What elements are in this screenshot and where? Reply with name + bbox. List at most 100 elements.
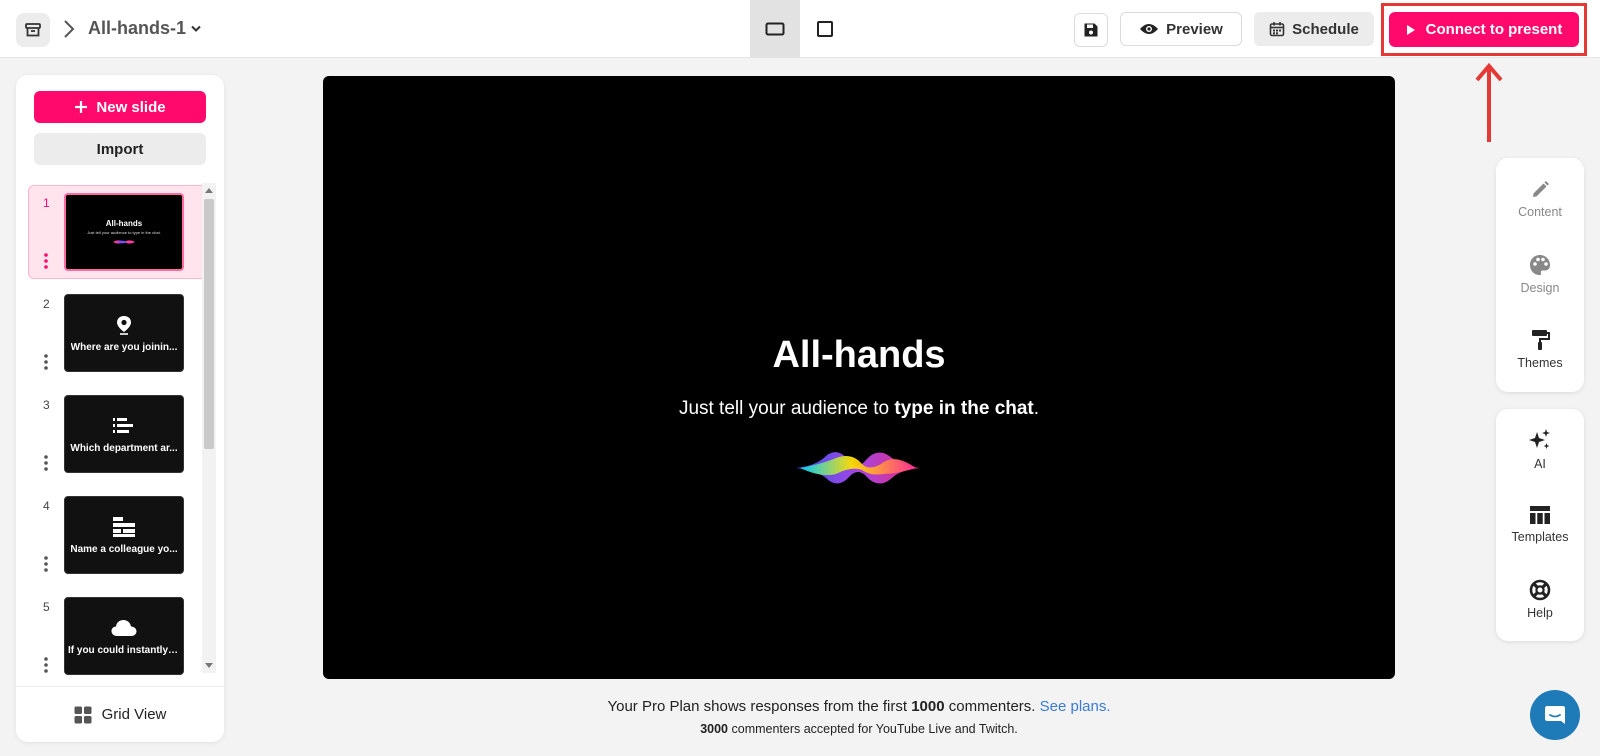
accepted-count: 3000 bbox=[700, 722, 729, 736]
commenter-notice: 3000 commenters accepted for YouTube Liv… bbox=[323, 722, 1395, 736]
thumbnail-title: All-hands bbox=[105, 218, 143, 228]
scroll-down-icon[interactable] bbox=[205, 663, 213, 669]
plan-notice: Your Pro Plan shows responses from the f… bbox=[323, 698, 1395, 715]
slides-panel: New slide Import 1 All-hands Just tell y… bbox=[16, 75, 224, 742]
new-slide-label: New slide bbox=[96, 98, 166, 116]
slide-thumbnail[interactable]: Which department ar... bbox=[64, 395, 184, 473]
slide-thumbnail[interactable]: Where are you joinin... bbox=[64, 294, 184, 372]
notice-suffix: commenters. bbox=[944, 698, 1040, 715]
connect-to-present-button[interactable]: Connect to present bbox=[1389, 12, 1579, 47]
subtitle-emphasis: type in the chat bbox=[894, 398, 1034, 419]
slide-thumbnail[interactable]: Name a colleague yo... bbox=[64, 496, 184, 574]
plus-icon bbox=[75, 101, 88, 113]
more-options-icon[interactable] bbox=[43, 252, 49, 270]
ranked-list-icon bbox=[113, 417, 133, 433]
slide-list-scrollbar[interactable] bbox=[202, 183, 216, 673]
chat-icon bbox=[1545, 706, 1565, 724]
more-options-icon[interactable] bbox=[43, 555, 49, 573]
design-tool-button[interactable]: Design bbox=[1496, 242, 1584, 306]
themes-tool-label: Themes bbox=[1517, 355, 1563, 370]
slide-number: 3 bbox=[43, 398, 50, 412]
support-chat-button[interactable] bbox=[1530, 690, 1580, 740]
schedule-label: Schedule bbox=[1292, 20, 1359, 38]
square-ratio-button[interactable] bbox=[800, 0, 850, 58]
connect-label: Connect to present bbox=[1425, 21, 1563, 38]
accepted-text: commenters accepted for YouTube Live and… bbox=[728, 722, 1018, 736]
chevron-down-icon[interactable] bbox=[190, 24, 202, 34]
design-tool-label: Design bbox=[1520, 280, 1560, 295]
thumbnail-subtitle: Just tell your audience to type in the c… bbox=[87, 229, 161, 235]
preview-button[interactable]: Preview bbox=[1120, 12, 1242, 46]
slide-number: 1 bbox=[43, 196, 50, 210]
thumbnail-text: Name a colleague yo... bbox=[70, 543, 178, 555]
widescreen-icon bbox=[765, 22, 785, 36]
templates-tool-label: Templates bbox=[1511, 529, 1569, 544]
slide-thumbnail[interactable]: All-hands Just tell your audience to typ… bbox=[64, 193, 184, 271]
assist-tools-panel: AI Templates Help bbox=[1496, 409, 1584, 641]
floppy-disk-icon bbox=[1084, 23, 1098, 37]
themes-tool-button[interactable]: Themes bbox=[1496, 317, 1584, 381]
lifebuoy-icon bbox=[1529, 579, 1551, 600]
see-plans-link[interactable]: See plans. bbox=[1040, 698, 1111, 715]
slide-title: All-hands bbox=[772, 334, 946, 376]
schedule-button[interactable]: Schedule bbox=[1254, 12, 1374, 46]
palette-icon bbox=[1530, 254, 1550, 275]
slide-number: 4 bbox=[43, 499, 50, 513]
play-icon bbox=[1406, 24, 1415, 35]
slide-number: 5 bbox=[43, 600, 50, 614]
ai-tool-button[interactable]: AI bbox=[1496, 417, 1584, 481]
import-button[interactable]: Import bbox=[34, 133, 206, 165]
cloud-icon bbox=[111, 619, 137, 636]
slide-item[interactable]: 2 Where are you joinin... bbox=[28, 286, 210, 380]
logo-wave-icon bbox=[796, 452, 920, 484]
deck-title[interactable]: All-hands-1 bbox=[88, 18, 186, 39]
ai-tool-label: AI bbox=[1534, 456, 1546, 471]
thumbnail-text: If you could instantly i... bbox=[68, 644, 180, 656]
slide-subtitle: Just tell your audience to type in the c… bbox=[323, 398, 1395, 420]
thumbnail-text: Which department ar... bbox=[70, 442, 178, 454]
top-bar: All-hands-1 Preview Schedule Connect to … bbox=[0, 0, 1600, 58]
help-tool-button[interactable]: Help bbox=[1496, 567, 1584, 631]
grid-view-button[interactable]: Grid View bbox=[16, 686, 224, 742]
slide-canvas[interactable]: All-hands Just tell your audience to typ… bbox=[323, 76, 1395, 679]
slide-item[interactable]: 4 Name a colleague yo... bbox=[28, 488, 210, 582]
eye-icon bbox=[1140, 24, 1159, 34]
more-options-icon[interactable] bbox=[43, 353, 49, 371]
templates-tool-button[interactable]: Templates bbox=[1496, 492, 1584, 556]
slide-list: 1 All-hands Just tell your audience to t… bbox=[28, 185, 210, 680]
table-layout-icon bbox=[1530, 505, 1550, 524]
widescreen-ratio-button[interactable] bbox=[750, 0, 800, 58]
square-icon bbox=[817, 21, 833, 37]
save-button[interactable] bbox=[1074, 13, 1108, 47]
preview-label: Preview bbox=[1166, 20, 1223, 38]
slide-item[interactable]: 1 All-hands Just tell your audience to t… bbox=[28, 185, 210, 279]
pencil-icon bbox=[1533, 180, 1549, 197]
thumbnail-text: Where are you joinin... bbox=[70, 341, 178, 353]
scroll-up-icon[interactable] bbox=[205, 187, 213, 193]
new-slide-button[interactable]: New slide bbox=[34, 91, 206, 123]
commenter-limit: 1000 bbox=[911, 698, 945, 715]
archive-box-icon bbox=[25, 23, 41, 37]
subtitle-prefix: Just tell your audience to bbox=[678, 398, 895, 419]
subtitle-suffix: . bbox=[1033, 398, 1040, 419]
slide-item[interactable]: 5 If you could instantly i... bbox=[28, 589, 210, 680]
grid-view-label: Grid View bbox=[101, 706, 167, 723]
slide-number: 2 bbox=[43, 297, 50, 311]
help-tool-label: Help bbox=[1527, 605, 1553, 620]
editor-tools-panel: Content Design Themes bbox=[1496, 158, 1584, 392]
slide-thumbnail[interactable]: If you could instantly i... bbox=[64, 597, 184, 675]
logo-wave-icon bbox=[113, 239, 135, 244]
more-options-icon[interactable] bbox=[43, 454, 49, 472]
paint-roller-icon bbox=[1532, 329, 1550, 350]
content-tool-button[interactable]: Content bbox=[1496, 167, 1584, 231]
grid-icon bbox=[74, 706, 92, 723]
map-pin-icon bbox=[117, 315, 131, 335]
home-button[interactable] bbox=[16, 13, 50, 47]
calendar-icon bbox=[1269, 22, 1285, 37]
sparkles-icon bbox=[1529, 428, 1550, 449]
content-tool-label: Content bbox=[1518, 204, 1562, 219]
more-options-icon[interactable] bbox=[43, 656, 49, 674]
slide-item[interactable]: 3 Which department ar... bbox=[28, 387, 210, 481]
aspect-ratio-toggle bbox=[750, 0, 850, 58]
scrollbar-thumb[interactable] bbox=[204, 199, 214, 449]
